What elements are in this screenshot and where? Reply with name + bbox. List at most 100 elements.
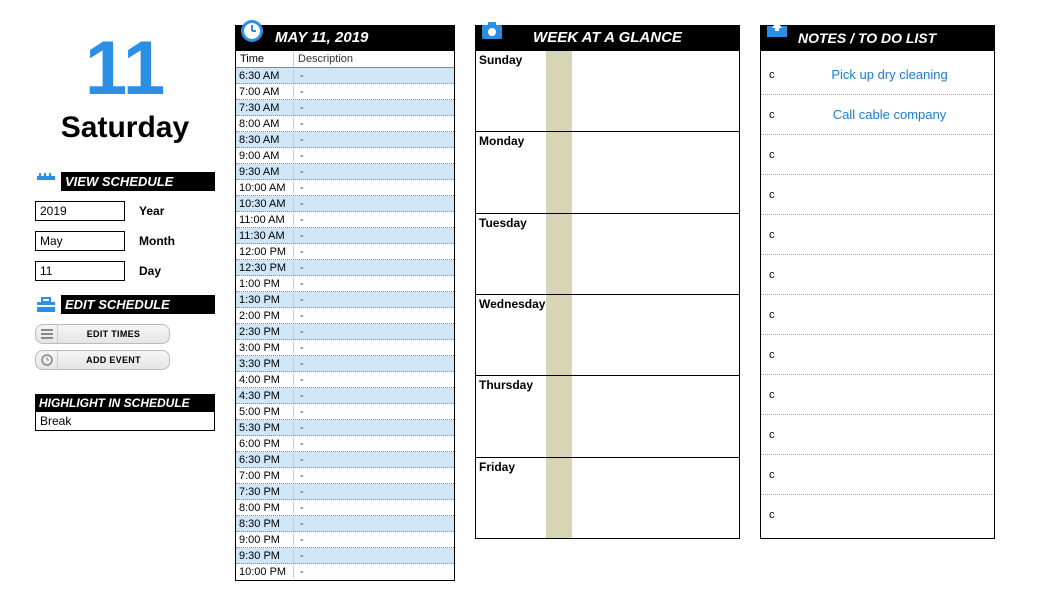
schedule-row[interactable]: 6:00 PM- xyxy=(236,436,454,452)
week-day-cell[interactable]: Sunday xyxy=(476,51,739,131)
edit-times-button[interactable]: EDIT TIMES xyxy=(35,324,170,344)
note-row[interactable]: c xyxy=(761,255,994,295)
schedule-time: 3:00 PM xyxy=(236,342,294,354)
schedule-desc: - xyxy=(294,118,454,130)
week-grid: SundayMondayTuesdayWednesday Thursday Frid… xyxy=(475,51,740,539)
schedule-row[interactable]: 10:30 AM- xyxy=(236,196,454,212)
schedule-desc: - xyxy=(294,70,454,82)
week-day-cell[interactable]: Friday xyxy=(476,457,739,538)
note-bullet: c xyxy=(769,189,793,201)
note-row[interactable]: c xyxy=(761,215,994,255)
schedule-row[interactable]: 6:30 PM- xyxy=(236,452,454,468)
week-day-cell[interactable]: Tuesday xyxy=(476,213,739,294)
note-bullet: c xyxy=(769,269,793,281)
schedule-time: 2:30 PM xyxy=(236,326,294,338)
schedule-row[interactable]: 10:00 AM- xyxy=(236,180,454,196)
add-event-button[interactable]: ADD EVENT xyxy=(35,350,170,370)
schedule-desc: - xyxy=(294,550,454,562)
schedule-row[interactable]: 3:00 PM- xyxy=(236,340,454,356)
schedule-row[interactable]: 9:00 PM- xyxy=(236,532,454,548)
schedule-row[interactable]: 12:30 PM- xyxy=(236,260,454,276)
schedule-time: 12:30 PM xyxy=(236,262,294,274)
schedule-row[interactable]: 9:00 AM- xyxy=(236,148,454,164)
schedule-desc: - xyxy=(294,454,454,466)
schedule-time: 7:30 AM xyxy=(236,102,294,114)
week-day-stripe xyxy=(546,376,572,456)
note-text: Pick up dry cleaning xyxy=(793,67,986,82)
schedule-time: 8:30 PM xyxy=(236,518,294,530)
schedule-row[interactable]: 8:00 AM- xyxy=(236,116,454,132)
notes-list: cPick up dry cleaningcCall cable company… xyxy=(760,51,995,539)
schedule-desc: - xyxy=(294,518,454,530)
schedule-time: 7:00 PM xyxy=(236,470,294,482)
month-input[interactable] xyxy=(35,231,125,251)
schedule-row[interactable]: 7:30 AM- xyxy=(236,100,454,116)
schedule-row[interactable]: 7:00 PM- xyxy=(236,468,454,484)
schedule-time: 10:00 AM xyxy=(236,182,294,194)
schedule-row[interactable]: 7:30 PM- xyxy=(236,484,454,500)
day-input[interactable] xyxy=(35,261,125,281)
schedule-row[interactable]: 7:00 AM- xyxy=(236,84,454,100)
schedule-desc: - xyxy=(294,502,454,514)
schedule-desc: - xyxy=(294,182,454,194)
week-day-label: Thursday xyxy=(479,378,533,392)
schedule-desc: - xyxy=(294,342,454,354)
schedule-time: 2:00 PM xyxy=(236,310,294,322)
schedule-row[interactable]: 9:30 AM- xyxy=(236,164,454,180)
schedule-time: 11:00 AM xyxy=(236,214,294,226)
schedule-row[interactable]: 1:30 PM- xyxy=(236,292,454,308)
schedule-time: 8:30 AM xyxy=(236,134,294,146)
schedule-row[interactable]: 2:30 PM- xyxy=(236,324,454,340)
schedule-row[interactable]: 4:30 PM- xyxy=(236,388,454,404)
date-dayname: Saturday xyxy=(35,111,215,145)
schedule-row[interactable]: 5:00 PM- xyxy=(236,404,454,420)
note-row[interactable]: c xyxy=(761,335,994,375)
schedule-row[interactable]: 8:30 AM- xyxy=(236,132,454,148)
schedule-row[interactable]: 1:00 PM- xyxy=(236,276,454,292)
note-bullet: c xyxy=(769,469,793,481)
inbox-badge-icon xyxy=(764,18,790,44)
note-row[interactable]: cCall cable company xyxy=(761,95,994,135)
schedule-row[interactable]: 11:00 AM- xyxy=(236,212,454,228)
note-row[interactable]: c xyxy=(761,175,994,215)
note-row[interactable]: c xyxy=(761,295,994,335)
schedule-desc: - xyxy=(294,278,454,290)
schedule-row[interactable]: 2:00 PM- xyxy=(236,308,454,324)
note-row[interactable]: cPick up dry cleaning xyxy=(761,55,994,95)
schedule-row[interactable]: 6:30 AM- xyxy=(236,68,454,84)
view-schedule-header: VIEW SCHEDULE xyxy=(35,171,215,191)
schedule-desc: - xyxy=(294,326,454,338)
note-row[interactable]: c xyxy=(761,495,994,535)
schedule-desc: - xyxy=(294,214,454,226)
schedule-row[interactable]: 8:30 PM- xyxy=(236,516,454,532)
note-row[interactable]: c xyxy=(761,375,994,415)
week-day-cell[interactable]: Thursday xyxy=(476,375,739,456)
note-row[interactable]: c xyxy=(761,455,994,495)
highlight-input[interactable] xyxy=(35,412,215,431)
schedule-row[interactable]: 9:30 PM- xyxy=(236,548,454,564)
schedule-row[interactable]: 5:30 PM- xyxy=(236,420,454,436)
week-day-cell[interactable]: Wednesday xyxy=(476,294,739,375)
day-label: Day xyxy=(139,264,161,278)
schedule-time: 7:00 AM xyxy=(236,86,294,98)
schedule-row[interactable]: 11:30 AM- xyxy=(236,228,454,244)
note-row[interactable]: c xyxy=(761,135,994,175)
notes-header: NOTES / TO DO LIST xyxy=(760,25,995,51)
week-day-cell[interactable]: Monday xyxy=(476,131,739,212)
note-row[interactable]: c xyxy=(761,415,994,455)
schedule-row[interactable]: 10:00 PM- xyxy=(236,564,454,580)
schedule-desc: - xyxy=(294,422,454,434)
clock-icon xyxy=(36,351,58,369)
schedule-row[interactable]: 12:00 PM- xyxy=(236,244,454,260)
note-bullet: c xyxy=(769,349,793,361)
schedule-row[interactable]: 3:30 PM- xyxy=(236,356,454,372)
schedule-desc: - xyxy=(294,358,454,370)
schedule-row[interactable]: 8:00 PM- xyxy=(236,500,454,516)
year-input[interactable] xyxy=(35,201,125,221)
clock-badge-icon xyxy=(239,18,265,44)
highlight-header: HIGHLIGHT IN SCHEDULE xyxy=(35,394,215,412)
schedule-row[interactable]: 4:00 PM- xyxy=(236,372,454,388)
note-bullet: c xyxy=(769,149,793,161)
schedule-desc: - xyxy=(294,390,454,402)
schedule-desc: - xyxy=(294,406,454,418)
